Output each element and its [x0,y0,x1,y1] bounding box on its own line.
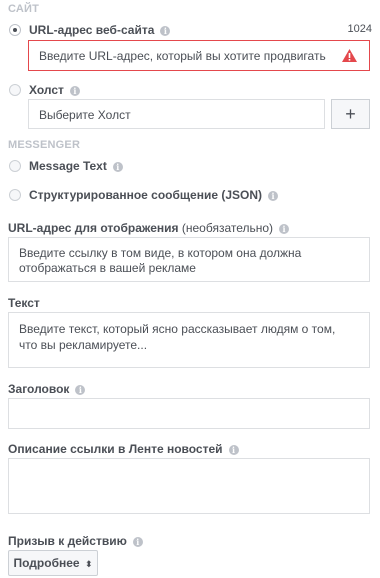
display-url-label: URL-адрес для отображения (необязательно… [8,221,290,235]
message-text-label: Message Text i [29,159,123,173]
text-textarea[interactable]: Введите текст, который ясно рассказывает… [8,312,370,368]
canvas-label-text: Холст [29,83,64,97]
messenger-section-title: MESSENGER [8,139,81,151]
text-label: Текст [8,296,40,310]
canvas-radio[interactable] [9,84,21,96]
display-url-optional: (необязательно) [181,221,274,235]
cta-select[interactable]: Подробнее ⬍ [8,550,98,576]
website-url-label-text: URL-адрес веб-сайта [29,23,155,37]
info-icon[interactable]: i [228,444,239,455]
add-canvas-button[interactable]: + [331,99,370,129]
info-icon[interactable]: i [132,536,143,547]
message-text-radio[interactable] [9,160,21,172]
website-url-label: URL-адрес веб-сайта i [29,23,171,37]
char-count: 1024 [347,23,372,35]
canvas-label: Холст i [29,83,80,97]
text-placeholder: Введите текст, который ясно рассказывает… [19,322,336,352]
cta-label: Призыв к действию i [8,534,143,548]
news-feed-description-label: Описание ссылки в Ленте новостей i [8,442,239,456]
canvas-select[interactable]: Выберите Холст [28,99,325,129]
info-icon[interactable]: i [69,85,80,96]
news-feed-description-textarea[interactable] [8,458,370,514]
news-feed-description-label-text: Описание ссылки в Ленте новостей [8,442,223,456]
website-url-placeholder: Введите URL-адрес, который вы хотите про… [39,49,326,63]
display-url-input[interactable]: Введите ссылку в том виде, в котором она… [8,237,370,282]
chevron-up-down-icon: ⬍ [84,559,93,569]
info-icon[interactable]: i [279,223,290,234]
cta-label-text: Призыв к действию [8,534,127,548]
info-icon[interactable]: i [75,384,86,395]
info-icon[interactable]: i [160,25,171,36]
structured-message-label: Структурированное сообщение (JSON) i [29,188,279,202]
info-icon[interactable]: i [112,161,123,172]
headline-label-text: Заголовок [8,382,70,396]
info-icon[interactable]: i [268,190,279,201]
display-url-placeholder: Введите ссылку в том виде, в котором она… [19,246,302,275]
headline-label: Заголовок i [8,382,86,396]
site-section-title: САЙТ [8,3,40,15]
cta-selected-value: Подробнее [13,556,80,570]
message-text-label-text: Message Text [29,159,107,173]
structured-message-label-text: Структурированное сообщение (JSON) [29,188,263,202]
canvas-placeholder: Выберите Холст [39,108,131,122]
warning-icon [342,49,357,62]
headline-input[interactable] [8,398,370,429]
website-url-input[interactable]: Введите URL-адрес, который вы хотите про… [28,40,370,71]
display-url-label-text: URL-адрес для отображения [8,221,179,235]
website-url-radio[interactable] [9,24,21,36]
structured-message-radio[interactable] [9,189,21,201]
